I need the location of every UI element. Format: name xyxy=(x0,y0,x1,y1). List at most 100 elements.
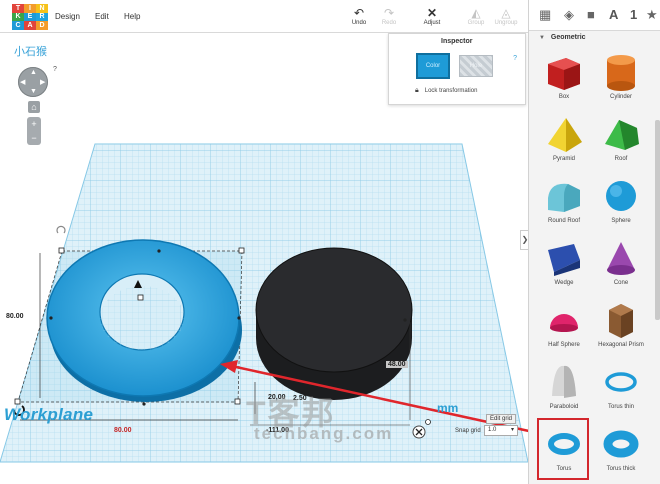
box-icon xyxy=(548,58,580,90)
watermark-url: techbang.com xyxy=(254,424,394,443)
sphere-icon xyxy=(606,181,636,211)
logo-letter: R xyxy=(36,12,48,22)
adjust-button[interactable]: ✕ Adjust xyxy=(418,6,446,26)
pyramid-icon xyxy=(548,118,582,152)
shape-wedge[interactable]: Wedge xyxy=(534,238,594,300)
ungroup-button[interactable]: ◬ Ungroup xyxy=(492,6,520,26)
redo-icon: ↷ xyxy=(383,6,395,20)
lock-label: Lock transformation xyxy=(424,88,478,94)
cube-icon[interactable]: ◈ xyxy=(564,7,574,23)
shape-label: Box xyxy=(558,94,570,100)
caret-down-icon: ▼ xyxy=(539,35,545,41)
box-icon[interactable]: ■ xyxy=(587,7,595,23)
logo-letter: D xyxy=(36,21,48,30)
zoom-in-icon[interactable]: + xyxy=(27,117,41,131)
shape-roof[interactable]: Roof xyxy=(591,114,651,176)
view-navigator[interactable]: ▲ ▼ ◀ ▶ xyxy=(18,67,48,97)
zoom-out-icon[interactable]: − xyxy=(27,131,41,145)
home-view-icon[interactable]: ⌂ xyxy=(28,101,40,113)
shape-paraboloid[interactable]: Paraboloid xyxy=(534,362,594,424)
shape-cylinder[interactable]: Cylinder xyxy=(591,52,651,114)
torus-thin-icon xyxy=(605,372,637,392)
pan-right-icon[interactable]: ▶ xyxy=(40,79,45,86)
menu-edit[interactable]: Edit xyxy=(95,12,109,21)
sidebar-tabs: ▦ ◈ ■ A 1 ★ xyxy=(529,0,660,31)
redo-button[interactable]: ↷ Redo xyxy=(375,6,403,26)
unit-label: mm xyxy=(437,401,459,415)
sidebar-scrollbar[interactable] xyxy=(655,120,660,320)
color-swatch[interactable]: Color xyxy=(416,53,450,79)
shape-box[interactable]: Box xyxy=(534,52,594,114)
help-icon[interactable]: ? xyxy=(53,66,57,73)
menu-help[interactable]: Help xyxy=(124,12,140,21)
shape-label: Torus thin xyxy=(607,404,634,410)
hexagonal-prism-icon xyxy=(609,304,633,338)
group-label: Group xyxy=(467,20,485,26)
cylinder-top xyxy=(255,247,413,373)
hole-swatch[interactable]: Hole xyxy=(459,55,493,77)
shape-label: Pyramid xyxy=(552,156,575,162)
undo-label: Undo xyxy=(351,20,367,26)
depth-dimension[interactable]: 80.00 xyxy=(6,313,24,320)
width-dimension[interactable]: 80.00 xyxy=(114,427,132,434)
redo-label: Redo xyxy=(381,20,397,26)
zoom-control[interactable]: + − xyxy=(27,117,41,145)
3d-workspace[interactable]: 小石猴 ▲ ▼ ◀ ▶ ? ⌂ + − 80.00 80.00 20,00 2.… xyxy=(0,33,528,484)
shape-label: Roof xyxy=(614,156,628,162)
logo-letter: N xyxy=(36,4,48,13)
shape-cone[interactable]: Cone xyxy=(591,238,651,300)
chevron-down-icon: ▾ xyxy=(510,427,514,433)
shape-label: Sphere xyxy=(611,218,631,224)
tinkercad-logo[interactable]: T I N K E R C A D xyxy=(12,4,48,30)
geometric-section[interactable]: ▼ Geometric xyxy=(539,34,586,41)
shape-label: Hexagonal Prism xyxy=(598,342,644,348)
shape-hexagonal-prism[interactable]: Hexagonal Prism xyxy=(591,300,651,362)
cone-icon xyxy=(607,242,635,275)
ungroup-icon: ◬ xyxy=(501,6,511,20)
help-icon[interactable]: ? xyxy=(513,55,517,62)
snap-grid-select[interactable]: 1.0 ▾ xyxy=(484,425,518,436)
number-shapes-tab[interactable]: 1 xyxy=(630,7,637,23)
logo-letter: I xyxy=(24,4,36,13)
collapse-panel-button[interactable]: ❯ xyxy=(520,230,528,250)
shape-pyramid[interactable]: Pyramid xyxy=(534,114,594,176)
shape-label: Wedge xyxy=(554,280,574,286)
round-roof-icon xyxy=(548,183,580,212)
pan-up-icon[interactable]: ▲ xyxy=(30,69,37,76)
undo-button[interactable]: ↶ Undo xyxy=(345,6,373,26)
section-title: Geometric xyxy=(550,34,586,41)
snap-grid-value: 1.0 xyxy=(488,427,497,433)
shape-sphere[interactable]: Sphere xyxy=(591,176,651,238)
project-title[interactable]: 小石猴 xyxy=(14,43,47,59)
shape-round-roof[interactable]: Round Roof xyxy=(534,176,594,238)
lock-icon: 🔒︎ xyxy=(415,87,419,94)
shape-torus-thin[interactable]: Torus thin xyxy=(591,362,651,424)
top-toolbar: T I N K E R C A D Design Edit Help ↶ Und… xyxy=(0,0,528,33)
paraboloid-icon xyxy=(552,365,576,398)
snap-grid-label: Snap grid xyxy=(455,428,481,434)
menu-design[interactable]: Design xyxy=(55,12,80,21)
text-shapes-tab[interactable]: A xyxy=(609,7,618,23)
group-button[interactable]: ◭ Group xyxy=(462,6,490,26)
lock-transformation-toggle[interactable]: 🔒︎ Lock transformation xyxy=(415,87,477,95)
logo-letter: E xyxy=(24,12,36,22)
shape-label: Round Roof xyxy=(547,218,581,224)
pan-left-icon[interactable]: ◀ xyxy=(20,79,25,86)
grid-icon[interactable]: ▦ xyxy=(539,7,551,23)
edit-grid-button[interactable]: Edit grid xyxy=(486,414,517,424)
star-icon[interactable]: ★ xyxy=(646,7,658,23)
pan-down-icon[interactable]: ▼ xyxy=(30,88,37,95)
workplane-label: Workplane xyxy=(4,405,94,424)
logo-letter: T xyxy=(12,4,24,13)
shape-label: Paraboloid xyxy=(549,404,579,410)
shape-label: Cone xyxy=(613,280,629,286)
shape-label: Torus thick xyxy=(606,466,636,472)
shape-half-sphere[interactable]: Half Sphere xyxy=(534,300,594,362)
undo-icon: ↶ xyxy=(353,6,365,20)
logo-letter: A xyxy=(24,21,36,30)
wedge-icon xyxy=(548,244,580,276)
shape-label: Half Sphere xyxy=(548,342,580,348)
inspector-title: Inspector xyxy=(441,38,473,45)
offset-y-dimension[interactable]: 48.00 xyxy=(386,361,408,368)
shape-torus-thick[interactable]: Torus thick xyxy=(591,424,651,484)
